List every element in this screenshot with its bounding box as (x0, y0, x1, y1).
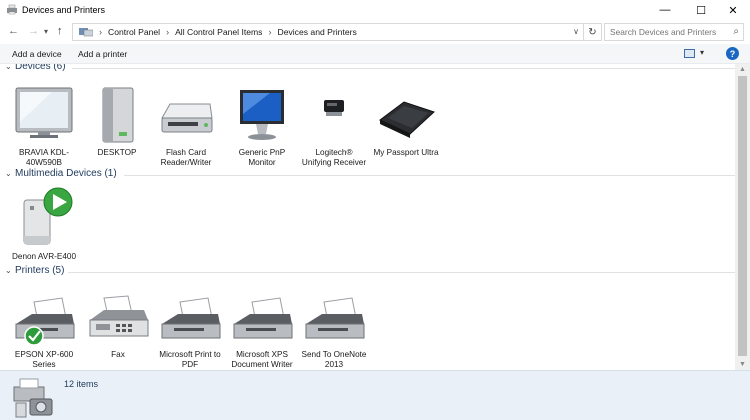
add-device-button[interactable]: Add a device (12, 49, 62, 59)
chevron-right-icon: › (166, 27, 170, 37)
breadcrumb[interactable]: › Control Panel › All Control Panel Item… (72, 23, 584, 41)
breadcrumb-item-control-panel[interactable]: Control Panel (108, 27, 160, 37)
search-input[interactable] (605, 24, 723, 40)
search-box[interactable]: ⌕ (604, 23, 744, 41)
printer-item-epson[interactable]: EPSON XP-600 Series (10, 284, 78, 370)
up-icon[interactable]: ↑ (57, 25, 63, 37)
printer-label: Microsoft Print to PDF (159, 350, 221, 369)
printer-item-xps[interactable]: Microsoft XPS Document Writer (228, 284, 296, 370)
recent-dropdown-icon[interactable]: ▾ (44, 27, 48, 36)
printer-icon (233, 297, 293, 339)
device-list: ⌄ Devices (6) BRAVIA KDL-40W590B DESKTOP (0, 64, 735, 370)
chevron-down-icon[interactable]: ∨ (573, 27, 579, 36)
maximize-button[interactable]: ☐ (684, 0, 718, 20)
printer-icon (15, 297, 75, 346)
printer-icon (161, 297, 221, 339)
breadcrumb-item-devices-printers[interactable]: Devices and Printers (277, 27, 356, 37)
forward-icon[interactable]: → (28, 25, 39, 37)
devices-printers-app-icon (7, 4, 17, 15)
window-title: Devices and Printers (22, 5, 106, 15)
details-pane: 12 items (0, 370, 750, 420)
device-label: BRAVIA KDL-40W590B (19, 148, 69, 167)
media-device-icon (23, 187, 73, 245)
device-label: Generic PnP Monitor (238, 148, 286, 167)
printer-item-onenote[interactable]: Send To OneNote 2013 (300, 284, 368, 370)
scroll-down-icon[interactable]: ▼ (739, 361, 746, 368)
collapse-chevron-icon[interactable]: ⌄ (5, 169, 12, 178)
device-label: Logitech® Unifying Receiver (301, 148, 367, 167)
group-divider (124, 175, 735, 176)
item-count: 12 items (64, 379, 99, 389)
printer-label: Send To OneNote 2013 (301, 350, 367, 369)
device-item-desktop[interactable]: DESKTOP (83, 82, 151, 158)
device-label: DESKTOP (97, 148, 137, 157)
device-item-denon[interactable]: Denon AVR-E400 (10, 186, 78, 262)
refresh-button[interactable]: ↻ (584, 23, 602, 41)
device-item-bravia[interactable]: BRAVIA KDL-40W590B (10, 82, 78, 168)
group-header-printers[interactable]: ⌄ Printers (5) (0, 265, 735, 279)
scroll-thumb[interactable] (738, 76, 747, 356)
refresh-icon: ↻ (588, 26, 597, 38)
monitor-icon (240, 90, 284, 140)
minimize-button[interactable]: — (648, 0, 682, 20)
card-reader-icon (161, 103, 213, 133)
printer-icon (305, 297, 365, 339)
device-item-passport[interactable]: My Passport Ultra (372, 82, 440, 158)
command-bar: Add a device Add a printer ▾ ? (0, 44, 750, 64)
device-label: Flash Card Reader/Writer (160, 148, 212, 167)
usb-receiver-icon (324, 100, 344, 116)
collapse-chevron-icon[interactable]: ⌄ (5, 266, 12, 275)
add-printer-button[interactable]: Add a printer (78, 49, 127, 59)
group-header-multimedia[interactable]: ⌄ Multimedia Devices (1) (0, 168, 735, 182)
group-header-devices[interactable]: ⌄ Devices (6) (0, 64, 735, 75)
printer-label: Fax (111, 350, 125, 359)
breadcrumb-item-all-items[interactable]: All Control Panel Items (175, 27, 262, 37)
device-item-card-reader[interactable]: Flash Card Reader/Writer (152, 82, 220, 168)
search-icon[interactable]: ⌕ (733, 26, 739, 37)
chevron-down-icon[interactable]: ▾ (700, 48, 704, 57)
external-drive-icon (379, 101, 435, 138)
collapse-chevron-icon[interactable]: ⌄ (5, 64, 12, 71)
tv-icon (15, 87, 73, 138)
address-bar: ← → ▾ ↑ › Control Panel › All Control Pa… (0, 21, 750, 43)
printer-label: Microsoft XPS Document Writer (231, 350, 293, 369)
vertical-scrollbar[interactable]: ▲ ▼ (735, 64, 750, 370)
device-label: My Passport Ultra (373, 148, 439, 157)
title-bar: Devices and Printers — ☐ ✕ (0, 0, 750, 20)
help-icon[interactable]: ? (726, 47, 739, 60)
group-divider (72, 68, 735, 69)
printer-item-fax[interactable]: Fax (84, 284, 152, 360)
computer-tower-icon (102, 87, 134, 143)
group-divider (68, 272, 735, 273)
close-button[interactable]: ✕ (716, 0, 750, 20)
chevron-right-icon: › (99, 27, 102, 37)
chevron-right-icon: › (268, 27, 272, 37)
control-panel-icon (79, 28, 93, 37)
printer-item-pdf[interactable]: Microsoft Print to PDF (156, 284, 224, 370)
device-item-monitor[interactable]: Generic PnP Monitor (228, 82, 296, 168)
back-icon[interactable]: ← (8, 25, 19, 37)
view-options-icon[interactable] (684, 49, 695, 58)
printer-label: EPSON XP-600 Series (14, 350, 74, 369)
device-label: Denon AVR-E400 (11, 252, 77, 261)
scroll-up-icon[interactable]: ▲ (739, 66, 746, 73)
fax-icon (89, 295, 149, 337)
devices-printers-icon (13, 378, 53, 418)
device-item-logitech[interactable]: Logitech® Unifying Receiver (300, 82, 368, 168)
